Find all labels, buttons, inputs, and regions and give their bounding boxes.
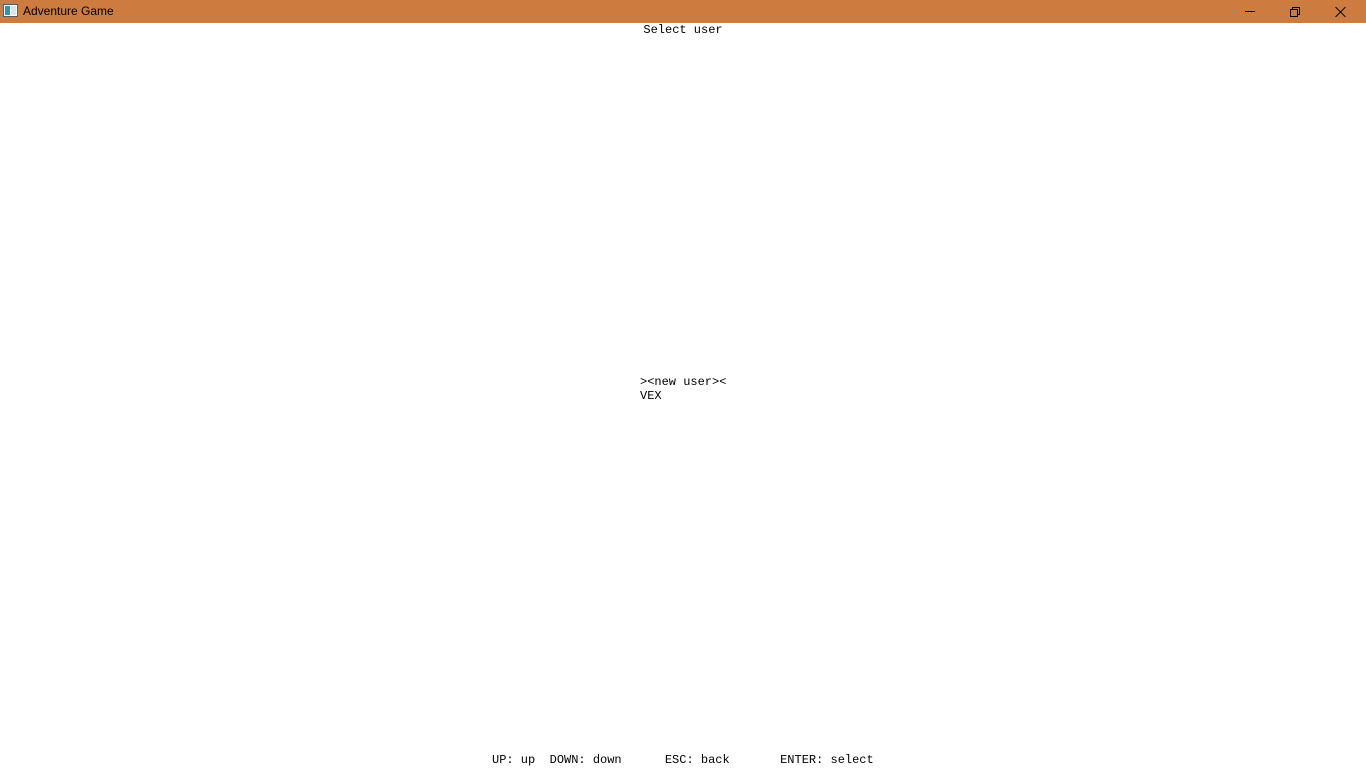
app-window-icon (3, 4, 18, 17)
window-titlebar[interactable]: Adventure Game (0, 0, 1366, 23)
close-button[interactable] (1318, 0, 1364, 23)
help-enter: ENTER: select (780, 753, 874, 767)
maximize-button[interactable] (1272, 0, 1318, 23)
help-down: DOWN: down (549, 753, 622, 767)
close-icon (1335, 6, 1347, 18)
help-up: UP: up (492, 753, 536, 767)
game-screen[interactable]: Select user ><new user>< VEX UP: up DOWN… (0, 23, 1366, 768)
restore-icon (1290, 6, 1300, 17)
help-escape: ESC: back (664, 753, 730, 767)
user-item-vex[interactable]: VEX (640, 389, 726, 403)
minimize-button[interactable] (1227, 0, 1273, 23)
controls-help-bar: UP: up DOWN: down ESC: back ENTER: selec… (492, 753, 874, 767)
minimize-icon (1245, 11, 1255, 12)
user-list: ><new user>< VEX (640, 375, 726, 403)
user-item-new-user[interactable]: ><new user>< (640, 375, 726, 389)
window-title: Adventure Game (23, 4, 114, 18)
screen-title: Select user (643, 23, 723, 37)
